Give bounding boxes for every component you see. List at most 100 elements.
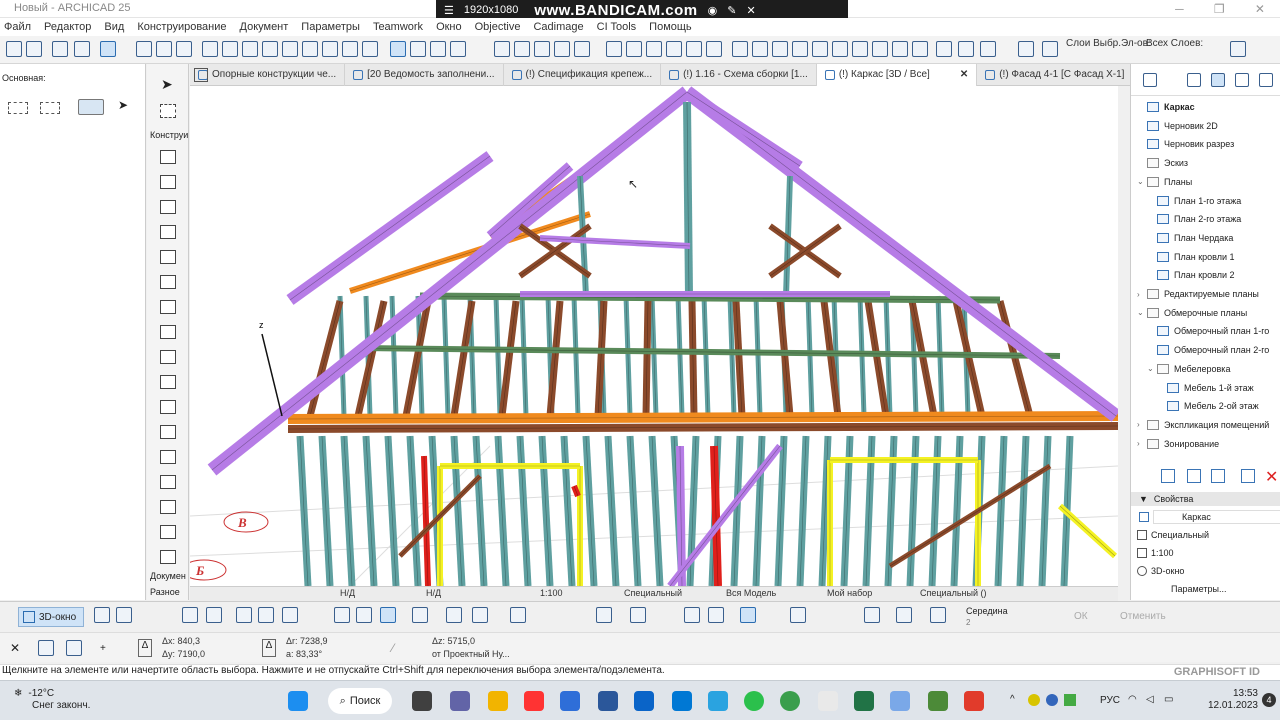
wall-icon[interactable] [832,41,848,57]
perspective-icon[interactable] [116,607,132,623]
volume-icon[interactable]: ◁ [1146,694,1154,705]
teamwork-icon[interactable] [1018,41,1034,57]
tray-expand-icon[interactable]: ^ [1010,694,1015,705]
stair-icon[interactable] [852,41,868,57]
set-field[interactable]: Мой набор [827,588,872,598]
properties-header[interactable]: ▼ Свойства [1131,492,1280,506]
selection-method-icon[interactable] [78,99,104,115]
undo-icon[interactable] [6,41,22,57]
navigator-item[interactable]: Мебель 1-й этаж [1157,382,1254,393]
new-folder-icon[interactable] [1161,469,1175,483]
detail-icon[interactable] [666,41,682,57]
nd-field-2[interactable]: Н/Д [426,588,441,598]
railing-tool-icon[interactable] [160,400,176,414]
tab-fasteners[interactable]: (!) Спецификация крепеж... [504,63,662,86]
railing-icon[interactable] [872,41,888,57]
yandex-browser-icon[interactable] [524,691,544,711]
expand-arrow-icon[interactable]: › [1137,290,1145,299]
curtain-wall-tool-icon[interactable] [160,475,176,489]
camera-3d-icon[interactable] [596,607,612,623]
grid-tool-icon[interactable] [160,550,176,564]
menu-file[interactable]: Файл [4,21,31,33]
shading-icon[interactable] [472,607,488,623]
copy-icon[interactable] [334,607,350,623]
navigator-item[interactable]: Эскиз [1137,158,1188,169]
delta-r-value[interactable]: Δr: 7238,9 [286,636,328,646]
morph-icon[interactable] [912,41,928,57]
bandicam-icon[interactable] [560,691,580,711]
filter-cut-icon[interactable] [412,607,428,623]
scissors-icon[interactable] [202,41,218,57]
layer-filter-icon[interactable] [708,607,724,623]
suspend-groups-icon[interactable] [450,41,466,57]
override-field[interactable]: Специальный () [920,588,986,598]
model-view-field[interactable]: Вся Модель [726,588,776,598]
tab-schedule[interactable]: [20 Ведомость заполнени... [345,63,504,86]
view-name-field[interactable]: Каркас [1153,510,1280,524]
minimize-icon[interactable]: ─ [1175,2,1184,16]
slab-icon[interactable] [752,41,768,57]
layers-icon[interactable] [52,41,68,57]
selection-mode-icon[interactable] [100,41,116,57]
menu-citools[interactable]: CI Tools [597,21,637,33]
app-blank-icon[interactable] [818,691,838,711]
battery-icon[interactable]: ▭ [1164,694,1173,705]
menu-edit[interactable]: Редактор [44,21,91,33]
door-tool-icon[interactable] [160,200,176,214]
redo-icon[interactable] [26,41,42,57]
word-icon[interactable] [598,691,618,711]
interior-icon[interactable] [706,41,722,57]
marquee-tool-icon[interactable] [160,104,176,118]
delta-y-value[interactable]: Δy: 7190,0 [162,649,205,659]
publisher-icon[interactable] [1259,73,1273,87]
notification-badge[interactable]: 4 [1262,693,1276,707]
selection-polygon-icon[interactable] [40,102,60,114]
slab-tool-icon[interactable] [160,275,176,289]
project-map-icon[interactable] [1187,73,1201,87]
group-icon[interactable] [410,41,426,57]
offset-icon[interactable] [302,41,318,57]
column-icon[interactable] [812,41,828,57]
grid-snap-icon[interactable] [66,640,82,656]
beam-icon[interactable] [732,41,748,57]
expand-arrow-icon[interactable]: › [1137,439,1145,448]
selection-rectangle-icon[interactable] [8,102,28,114]
walk-icon[interactable] [182,607,198,623]
navigator-item[interactable]: › Зонирование [1137,438,1219,449]
expand-arrow-icon[interactable]: ⌄ [1137,177,1145,186]
render-icon[interactable] [630,607,646,623]
column-tool-icon[interactable] [160,175,176,189]
cutting-plane-icon[interactable] [236,607,252,623]
menu-view[interactable]: Вид [104,21,124,33]
building-icon[interactable] [606,41,622,57]
tab-facade[interactable]: (!) Фасад 4-1 [С Фасад Х-1] [977,63,1134,86]
clone-view-icon[interactable] [1211,469,1225,483]
reference-level-value[interactable]: от Проектный Ну... [432,649,510,659]
layout-book-icon[interactable] [1235,73,1249,87]
tab-overview-icon[interactable] [194,68,208,82]
excel-icon[interactable] [854,691,874,711]
clock[interactable]: 13:53 12.01.2023 [1208,688,1258,712]
navigator-item[interactable]: ⌄ Обмерочные планы [1137,307,1247,318]
mirror-icon[interactable] [322,41,338,57]
navigator-item[interactable]: План кровли 1 [1147,251,1235,262]
add-point-icon[interactable]: + [100,643,106,654]
snap-guide-icon[interactable] [790,607,806,623]
wifi-icon[interactable]: ◠ [1128,694,1137,705]
roof-icon[interactable] [772,41,788,57]
layer-combo-value[interactable]: Специальный [1151,530,1209,540]
wall-tool-icon[interactable] [160,150,176,164]
bim-cloud-icon[interactable] [1042,41,1058,57]
teams-icon[interactable] [450,691,470,711]
dimension-icon[interactable] [980,41,996,57]
organizer-icon[interactable] [1143,73,1157,87]
parallel-view-icon[interactable] [94,607,110,623]
weather-widget[interactable]: ❄ -12°C Снег законч. [14,688,90,712]
navigator-item[interactable]: Обмерочный план 1-го [1147,326,1269,337]
wrap-icon[interactable] [1230,41,1246,57]
paste-icon[interactable] [356,607,372,623]
elevation-icon[interactable] [646,41,662,57]
morph-tool-icon[interactable] [160,450,176,464]
navigator-item[interactable]: План Чердака [1147,232,1233,243]
delta-x-value[interactable]: Δx: 840,3 [162,636,200,646]
